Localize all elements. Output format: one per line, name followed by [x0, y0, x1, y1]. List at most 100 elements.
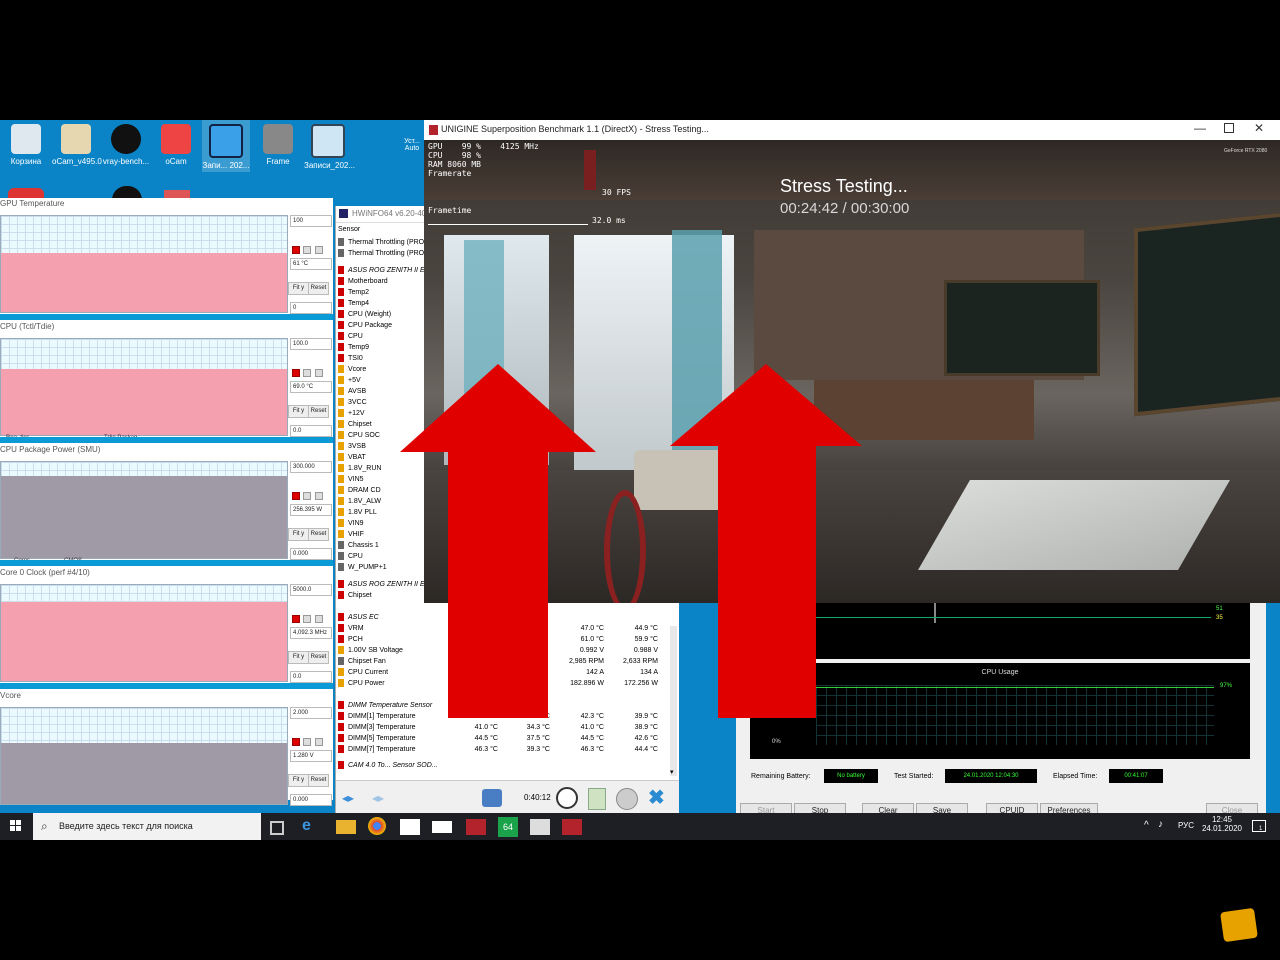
close-icon[interactable]: ✖	[648, 785, 665, 810]
color-swatch[interactable]	[292, 369, 300, 377]
clock-icon[interactable]	[556, 787, 578, 809]
sensor-group-header[interactable]: CAM 4.0 To... Sensor SOD...	[338, 760, 438, 771]
desktop-shortcut-records[interactable]: Записи_202...	[304, 120, 355, 172]
unigine-window-taskbar-icon[interactable]	[562, 819, 582, 835]
report-icon[interactable]	[588, 788, 606, 810]
sensor-row[interactable]: CPU	[338, 331, 363, 342]
sensor-row[interactable]: Chipset Fan	[338, 656, 386, 667]
recycle-bin-icon[interactable]: Корзина	[2, 120, 50, 172]
reset-button[interactable]: Reset	[308, 528, 329, 541]
sensor-row[interactable]: VBAT	[338, 452, 366, 463]
maximize-icon[interactable]	[1224, 123, 1234, 133]
graph-max-input[interactable]: 100.0	[290, 338, 332, 350]
file-explorer-icon[interactable]	[336, 820, 356, 834]
close-icon[interactable]: ✕	[1254, 121, 1264, 135]
sensor-row[interactable]: CPU Package	[338, 320, 392, 331]
taskbar-search-box[interactable]: ⌕ Введите здесь текст для поиска	[33, 813, 261, 840]
sensor-row[interactable]: Temp2	[338, 287, 369, 298]
checkbox[interactable]	[315, 369, 323, 377]
checkbox[interactable]	[315, 246, 323, 254]
sensor-row[interactable]: Motherboard	[338, 276, 388, 287]
sensor-row[interactable]: DIMM[7] Temperature	[338, 744, 416, 755]
sensor-row[interactable]: VRM	[338, 623, 364, 634]
sensor-row[interactable]: Chipset	[338, 590, 372, 601]
sensor-row[interactable]: Temp4	[338, 298, 369, 309]
sensor-row[interactable]: 1.00V SB Voltage	[338, 645, 403, 656]
desktop-shortcut-vray[interactable]: vray-bench...	[102, 120, 150, 172]
graph-max-input[interactable]: 100	[290, 215, 332, 227]
scroll-down-icon[interactable]: ▾	[670, 768, 674, 776]
sensor-row[interactable]: +5V	[338, 375, 361, 386]
sensor-group-header[interactable]: ASUS ROG ZENITH II E...	[338, 265, 430, 276]
checkbox[interactable]	[303, 369, 311, 377]
edge-browser-icon[interactable]: e	[302, 817, 322, 837]
sensor-row[interactable]: PCH	[338, 634, 363, 645]
desktop-shortcut-ocam-installer[interactable]: oCam_v495.0	[52, 120, 102, 172]
color-swatch[interactable]	[292, 738, 300, 746]
checkbox[interactable]	[303, 738, 311, 746]
graph-max-input[interactable]: 5000.0	[290, 584, 332, 596]
checkbox[interactable]	[303, 615, 311, 623]
color-swatch[interactable]	[292, 492, 300, 500]
sensor-row[interactable]: CPU	[338, 551, 363, 562]
reset-button[interactable]: Reset	[308, 405, 329, 418]
reset-button[interactable]: Reset	[308, 282, 329, 295]
reset-button[interactable]: Reset	[308, 651, 329, 664]
hwinfo-taskbar-icon[interactable]	[530, 819, 550, 835]
aida64-taskbar-icon[interactable]: 64	[498, 817, 518, 837]
desktop-shortcut-autoupdate[interactable]: Уст... Auto	[400, 138, 424, 190]
graph-min-input[interactable]: 0.000	[290, 794, 332, 806]
graph-min-input[interactable]: 0.0	[290, 671, 332, 683]
sensor-row[interactable]: 1.8V_ALW	[338, 496, 381, 507]
sensor-row[interactable]: VIN9	[338, 518, 364, 529]
checkbox[interactable]	[315, 492, 323, 500]
sensor-row[interactable]: 1.8V_RUN	[338, 463, 381, 474]
fit-y-button[interactable]: Fit y	[288, 651, 309, 664]
sensor-row[interactable]: TSI0	[338, 353, 363, 364]
settings-icon[interactable]	[616, 788, 638, 810]
sensor-row[interactable]: W_PUMP+1	[338, 562, 387, 573]
reset-button[interactable]: Reset	[308, 774, 329, 787]
sensor-row[interactable]: CPU (Weight)	[338, 309, 391, 320]
store-icon[interactable]	[400, 819, 420, 835]
graph-max-input[interactable]: 2.000	[290, 707, 332, 719]
sensor-row[interactable]: DIMM[3] Temperature	[338, 722, 416, 733]
sensor-row[interactable]: DRAM CD	[338, 485, 381, 496]
checkbox[interactable]	[315, 738, 323, 746]
sensor-row[interactable]: AVSB	[338, 386, 366, 397]
sensor-row[interactable]: CPU Current	[338, 667, 388, 678]
nav-arrows-left-icon[interactable]: ◂▸	[342, 791, 354, 805]
tray-chevron-icon[interactable]: ^	[1144, 820, 1149, 831]
fit-y-button[interactable]: Fit y	[288, 774, 309, 787]
sensor-row[interactable]: 3VCC	[338, 397, 367, 408]
checkbox[interactable]	[315, 615, 323, 623]
sensor-row[interactable]: CPU Power	[338, 678, 385, 689]
unigine-taskbar-icon[interactable]	[466, 819, 486, 835]
fit-y-button[interactable]: Fit y	[288, 528, 309, 541]
sensor-row[interactable]: Thermal Throttling (PRO...	[338, 237, 430, 248]
color-swatch[interactable]	[292, 615, 300, 623]
mail-icon[interactable]	[432, 821, 452, 833]
windows-start-icon[interactable]	[10, 820, 22, 832]
notification-icon[interactable]: 1	[1252, 820, 1266, 832]
volume-icon[interactable]: ♪	[1158, 819, 1163, 830]
sensor-row[interactable]: Thermal Throttling (PRO...	[338, 248, 430, 259]
graph-min-input[interactable]: 0	[290, 302, 332, 314]
chrome-icon[interactable]	[368, 817, 386, 835]
sensor-group-header[interactable]: ASUS EC	[338, 612, 379, 623]
sensor-row[interactable]: Chipset	[338, 419, 372, 430]
graph-min-input[interactable]: 0.000	[290, 548, 332, 560]
minimize-icon[interactable]: —	[1194, 121, 1206, 135]
graph-min-input[interactable]: 0.0	[290, 425, 332, 437]
sensor-row[interactable]: DIMM[5] Temperature	[338, 733, 416, 744]
sensor-row[interactable]: VHIF	[338, 529, 364, 540]
desktop-shortcut-frame[interactable]: Frame	[254, 120, 302, 172]
graph-max-input[interactable]: 300.000	[290, 461, 332, 473]
network-icon[interactable]	[482, 789, 502, 807]
sensor-row[interactable]: Temp9	[338, 342, 369, 353]
sensor-row[interactable]: Vcore	[338, 364, 366, 375]
sensor-row[interactable]: 3VSB	[338, 441, 366, 452]
desktop-shortcut-recording[interactable]: Запи... 202...	[202, 120, 250, 172]
checkbox[interactable]	[303, 492, 311, 500]
sensor-row[interactable]: Chassis 1	[338, 540, 379, 551]
